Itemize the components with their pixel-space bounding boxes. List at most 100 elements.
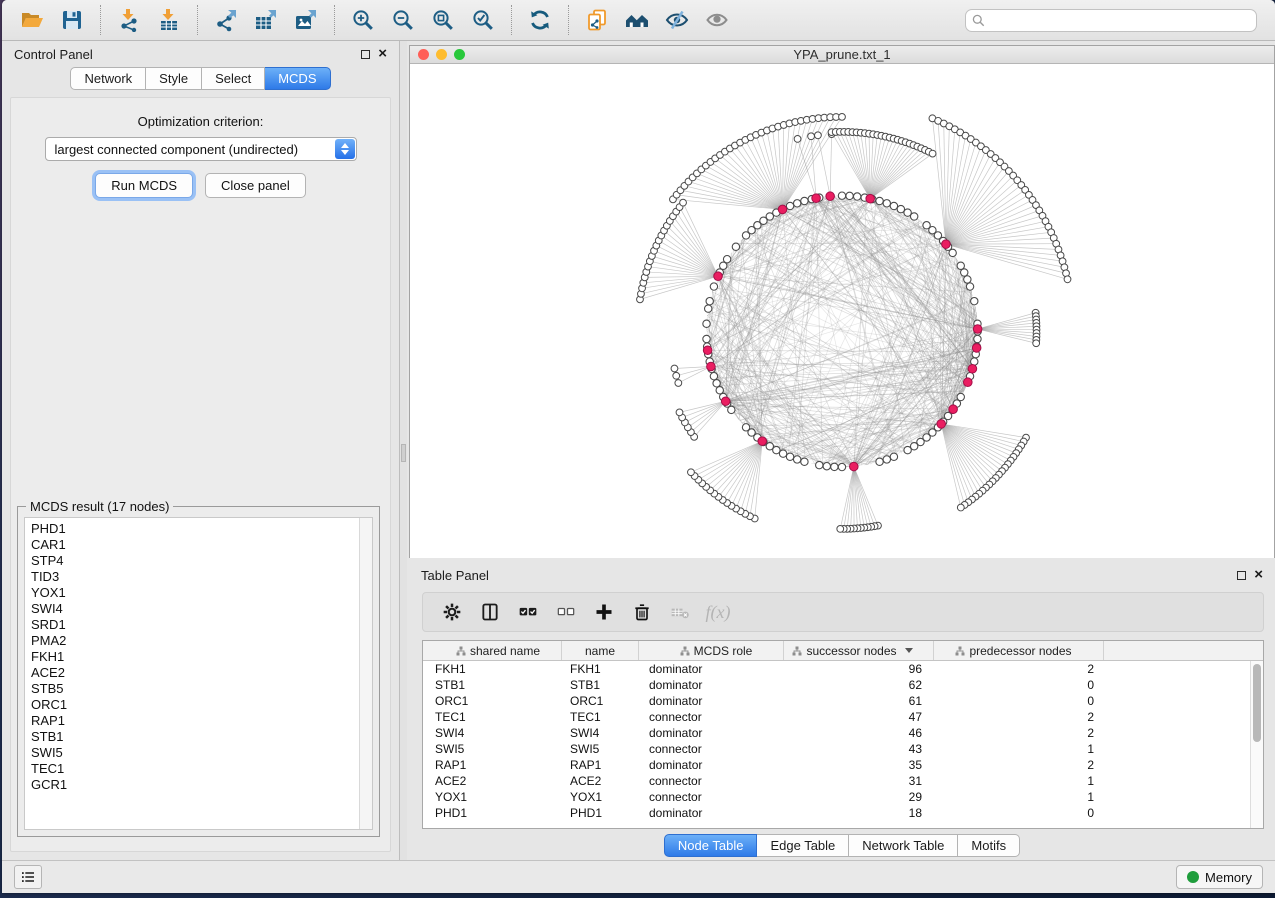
zoom-fit-button[interactable] <box>426 3 460 37</box>
list-item[interactable]: STB1 <box>31 729 359 745</box>
network-hub-node[interactable] <box>968 364 977 373</box>
network-hub-node[interactable] <box>721 397 730 406</box>
list-item[interactable]: STP4 <box>31 553 359 569</box>
network-hub-node[interactable] <box>812 194 821 203</box>
list-item[interactable]: TEC1 <box>31 761 359 777</box>
tab-mcds[interactable]: MCDS <box>265 67 330 90</box>
table-row[interactable]: FKH1FKH1dominator962 <box>423 661 1263 677</box>
network-hub-node[interactable] <box>703 346 712 355</box>
list-item[interactable]: FKH1 <box>31 649 359 665</box>
tab-edge-table[interactable]: Edge Table <box>757 834 849 857</box>
memory-button[interactable]: Memory <box>1176 865 1263 889</box>
network-hub-node[interactable] <box>778 205 787 214</box>
list-item[interactable]: SWI4 <box>31 601 359 617</box>
network-node[interactable] <box>816 461 823 468</box>
splitter-handle-icon[interactable] <box>401 444 406 462</box>
network-hub-node[interactable] <box>972 344 981 353</box>
float-panel-icon[interactable] <box>1237 571 1246 580</box>
select-all-rows-button[interactable] <box>512 597 544 627</box>
list-item[interactable]: TID3 <box>31 569 359 585</box>
network-node[interactable] <box>910 213 917 220</box>
network-node[interactable] <box>839 113 846 120</box>
list-item[interactable]: YOX1 <box>31 585 359 601</box>
network-node[interactable] <box>779 450 786 457</box>
table-row[interactable]: RAP1RAP1dominator352 <box>423 757 1263 773</box>
network-hub-node[interactable] <box>714 272 723 281</box>
network-node[interactable] <box>676 409 683 416</box>
network-canvas[interactable] <box>410 64 1274 558</box>
export-table-button[interactable] <box>249 3 283 37</box>
network-node[interactable] <box>732 243 739 250</box>
scrollbar-thumb[interactable] <box>1253 664 1261 742</box>
network-node[interactable] <box>808 133 815 140</box>
network-node[interactable] <box>971 297 978 304</box>
network-node[interactable] <box>786 453 793 460</box>
network-node[interactable] <box>961 269 968 276</box>
list-item[interactable]: SRD1 <box>31 617 359 633</box>
network-hub-node[interactable] <box>937 420 946 429</box>
export-network-button[interactable] <box>209 3 243 37</box>
network-node[interactable] <box>705 305 712 312</box>
hide-selected-button[interactable] <box>660 3 694 37</box>
network-node[interactable] <box>838 192 845 199</box>
network-hub-node[interactable] <box>758 437 767 446</box>
network-node[interactable] <box>675 380 682 387</box>
tab-select[interactable]: Select <box>202 67 265 90</box>
network-node[interactable] <box>883 200 890 207</box>
network-node[interactable] <box>974 335 981 342</box>
zoom-in-button[interactable] <box>346 3 380 37</box>
deselect-all-rows-button[interactable] <box>550 597 582 627</box>
column-header-mcds-role[interactable]: MCDS role <box>639 641 784 660</box>
network-node[interactable] <box>897 205 904 212</box>
network-node[interactable] <box>716 387 723 394</box>
save-button[interactable] <box>55 3 89 37</box>
table-row[interactable]: STB1STB1dominator620 <box>423 677 1263 693</box>
network-node[interactable] <box>706 297 713 304</box>
network-node[interactable] <box>964 276 971 283</box>
list-item[interactable]: PHD1 <box>31 521 359 537</box>
import-network-button[interactable] <box>112 3 146 37</box>
network-node[interactable] <box>890 202 897 209</box>
panel-splitter[interactable] <box>400 41 407 860</box>
network-node[interactable] <box>786 202 793 209</box>
zoom-out-button[interactable] <box>386 3 420 37</box>
table-row[interactable]: ORC1ORC1dominator610 <box>423 693 1263 709</box>
export-image-button[interactable] <box>289 3 323 37</box>
list-item[interactable]: SWI5 <box>31 745 359 761</box>
network-node[interactable] <box>837 526 844 533</box>
column-header-predecessor-nodes[interactable]: predecessor nodes <box>934 641 1104 660</box>
tab-style[interactable]: Style <box>146 67 202 90</box>
network-node[interactable] <box>890 453 897 460</box>
table-row[interactable]: ACE2ACE2connector311 <box>423 773 1263 789</box>
delete-columns-button[interactable] <box>626 597 658 627</box>
network-node[interactable] <box>929 150 936 157</box>
task-history-button[interactable] <box>14 865 42 889</box>
close-panel-button[interactable]: Close panel <box>205 173 306 198</box>
column-header-shared-name[interactable]: shared name <box>423 641 562 660</box>
close-panel-icon[interactable]: × <box>378 49 387 59</box>
refresh-button[interactable] <box>523 3 557 37</box>
network-node[interactable] <box>957 504 964 511</box>
list-item[interactable]: PMA2 <box>31 633 359 649</box>
float-panel-icon[interactable] <box>361 50 370 59</box>
network-node[interactable] <box>703 335 710 342</box>
network-node[interactable] <box>838 463 845 470</box>
tab-network[interactable]: Network <box>70 67 146 90</box>
network-node[interactable] <box>742 424 749 431</box>
network-node[interactable] <box>688 469 695 476</box>
network-hub-node[interactable] <box>963 378 972 387</box>
function-builder-button[interactable]: f(x) <box>702 597 734 627</box>
network-node[interactable] <box>1033 340 1040 347</box>
criterion-dropdown[interactable]: largest connected component (undirected) <box>45 137 357 161</box>
table-row[interactable]: TEC1TEC1connector472 <box>423 709 1263 725</box>
network-node[interactable] <box>673 372 680 379</box>
list-item[interactable]: GCR1 <box>31 777 359 793</box>
list-item[interactable]: ORC1 <box>31 697 359 713</box>
result-list-scrollbar[interactable] <box>359 518 372 829</box>
network-node[interactable] <box>853 193 860 200</box>
network-node[interactable] <box>846 192 853 199</box>
tab-motifs[interactable]: Motifs <box>958 834 1020 857</box>
network-node[interactable] <box>876 197 883 204</box>
first-neighbors-button[interactable] <box>620 3 654 37</box>
network-node[interactable] <box>966 283 973 290</box>
